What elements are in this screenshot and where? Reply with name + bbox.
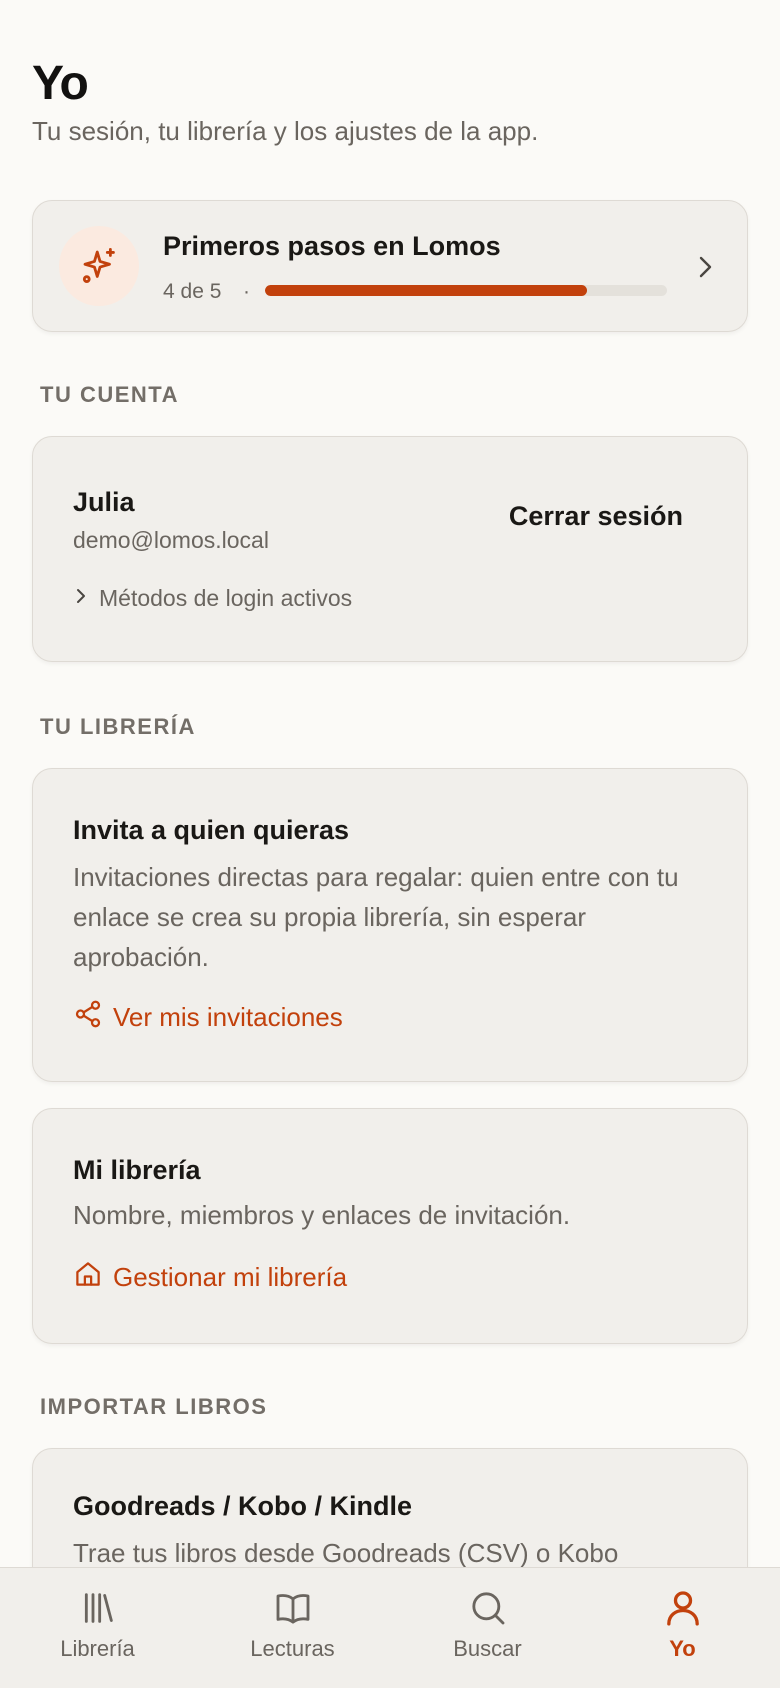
account-card: Julia demo@lomos.local Cerrar sesión Mét… bbox=[32, 436, 748, 662]
account-name: Julia bbox=[73, 487, 135, 517]
tab-libreria[interactable]: Librería bbox=[0, 1568, 195, 1688]
my-library-description: Nombre, miembros y enlaces de invitación… bbox=[73, 1200, 571, 1230]
sparkle-icon bbox=[59, 226, 139, 306]
import-card[interactable]: Goodreads / Kobo / Kindle Trae tus libro… bbox=[32, 1448, 748, 1567]
tab-buscar[interactable]: Buscar bbox=[390, 1568, 585, 1688]
tab-label: Yo bbox=[669, 1636, 696, 1661]
chevron-right-icon bbox=[73, 585, 89, 612]
my-library-title: Mi librería bbox=[73, 1155, 201, 1185]
section-title-import: IMPORTAR LIBROS bbox=[40, 1394, 268, 1419]
book-open-icon bbox=[276, 1594, 309, 1624]
tab-yo[interactable]: Yo bbox=[585, 1568, 780, 1688]
my-library-card: Mi librería Nombre, miembros y enlaces d… bbox=[32, 1108, 748, 1344]
onboarding-progress-bar bbox=[265, 285, 667, 296]
account-email: demo@lomos.local bbox=[73, 527, 269, 553]
manage-library-label: Gestionar mi librería bbox=[113, 1262, 348, 1292]
import-title: Goodreads / Kobo / Kindle bbox=[73, 1491, 413, 1521]
view-invites-link[interactable]: Ver mis invitaciones bbox=[73, 999, 343, 1036]
share-icon bbox=[73, 999, 103, 1036]
tab-lecturas[interactable]: Lecturas bbox=[195, 1568, 390, 1688]
search-icon bbox=[471, 1592, 504, 1625]
tab-label: Buscar bbox=[453, 1636, 522, 1661]
page-title: Yo bbox=[32, 57, 89, 110]
page-subtitle: Tu sesión, tu librería y los ajustes de … bbox=[32, 116, 539, 146]
onboarding-progress-fill bbox=[265, 285, 587, 296]
home-icon bbox=[73, 1259, 103, 1296]
section-title-account: TU CUENTA bbox=[40, 382, 179, 407]
library-icon bbox=[84, 1593, 113, 1623]
invites-card: Invita a quien quieras Invitaciones dire… bbox=[32, 768, 748, 1082]
profile-screen: Yo Tu sesión, tu librería y los ajustes … bbox=[0, 0, 780, 1688]
import-description: Trae tus libros desde Goodreads (CSV) o … bbox=[73, 1538, 619, 1567]
onboarding-count: 4 de 5 bbox=[163, 280, 222, 303]
logout-button[interactable]: Cerrar sesión bbox=[509, 501, 683, 532]
onboarding-title: Primeros pasos en Lomos bbox=[163, 231, 501, 261]
section-title-library: TU LIBRERÍA bbox=[40, 714, 196, 739]
bottom-tab-bar: Librería Lecturas Buscar Yo bbox=[0, 1567, 780, 1688]
manage-library-link[interactable]: Gestionar mi librería bbox=[73, 1259, 347, 1296]
scroll-content[interactable]: Yo Tu sesión, tu librería y los ajustes … bbox=[0, 0, 780, 1567]
invites-description: Invitaciones directas para regalar: quie… bbox=[73, 862, 679, 972]
user-icon bbox=[666, 1591, 699, 1626]
invites-title: Invita a quien quieras bbox=[73, 815, 350, 845]
onboarding-card[interactable]: Primeros pasos en Lomos 4 de 5 · bbox=[32, 200, 748, 332]
onboarding-separator: · bbox=[243, 280, 250, 303]
login-methods-label: Métodos de login activos bbox=[99, 585, 353, 611]
login-methods-toggle[interactable]: Métodos de login activos bbox=[73, 585, 352, 612]
chevron-right-icon bbox=[693, 253, 717, 286]
tab-label: Lecturas bbox=[250, 1636, 335, 1661]
tab-label: Librería bbox=[60, 1636, 135, 1661]
view-invites-label: Ver mis invitaciones bbox=[113, 1002, 343, 1032]
